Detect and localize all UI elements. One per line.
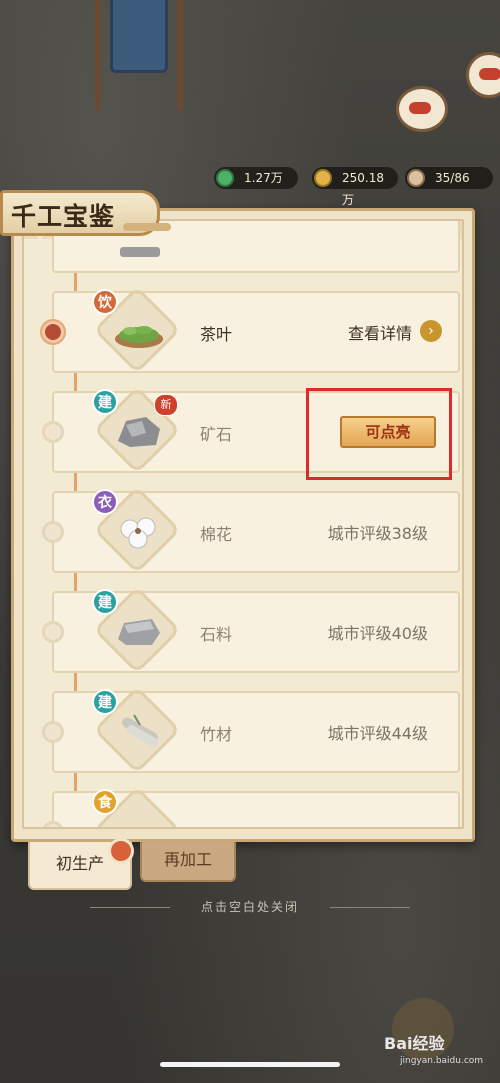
resource-gold: 250.18万 [312, 167, 398, 207]
bamboo-icon [122, 714, 159, 747]
category-badge: 建 [92, 589, 118, 615]
close-hint: 点击空白处关闭 [200, 900, 299, 914]
resource-workers: 35/86 [405, 167, 493, 189]
timeline-node [42, 521, 64, 543]
ore-icon [118, 417, 160, 447]
timeline-node [42, 821, 64, 827]
list-item[interactable]: 建 石料 城市评级40级 [42, 586, 460, 674]
tea-leaf-icon [115, 326, 163, 348]
chevron-right-icon[interactable]: › [420, 320, 442, 342]
resource-value: 1.27万 [244, 171, 283, 185]
category-badge: 衣 [92, 489, 118, 515]
worker-icon [407, 169, 425, 187]
jade-coin-icon [216, 169, 234, 187]
item-image [120, 247, 160, 257]
panel-title-tab: 千工宝鉴 [0, 190, 171, 236]
resource-jade: 1.27万 [214, 167, 298, 189]
unlock-requirement: 城市评级44级 [327, 724, 428, 743]
tab-indicator-icon [108, 838, 134, 864]
unlock-requirement: 城市评级40级 [327, 624, 428, 643]
unlock-requirement: 城市评级38级 [327, 524, 428, 543]
resource-value: 35/86 [435, 171, 470, 185]
new-badge: 新 [154, 394, 178, 416]
category-badge: 饮 [92, 289, 118, 315]
cotton-icon [120, 517, 156, 549]
timeline-node [42, 721, 64, 743]
list-item[interactable]: 食 [42, 786, 460, 827]
chat-bubble-icon[interactable] [396, 86, 448, 132]
catalog-panel: 饮 茶叶 查看详情 › 建 新 矿石 可点亮 衣 棉花 城市评级38级 建 石料… [11, 208, 475, 842]
timeline-node [42, 421, 64, 443]
stone-icon [118, 619, 160, 645]
list-item[interactable]: 饮 茶叶 查看详情 › [42, 286, 460, 374]
highlight-box [306, 388, 452, 480]
home-indicator[interactable] [160, 1062, 340, 1067]
catalog-scroll-area[interactable]: 饮 茶叶 查看详情 › 建 新 矿石 可点亮 衣 棉花 城市评级38级 建 石料… [22, 219, 464, 829]
tab-reprocessing[interactable]: 再加工 [140, 842, 236, 882]
timeline-node [42, 621, 64, 643]
item-name: 茶叶 [200, 325, 233, 344]
title-decoration [123, 223, 171, 231]
category-badge: 食 [92, 789, 118, 815]
category-badge: 建 [92, 389, 118, 415]
item-name: 棉花 [200, 525, 233, 544]
gold-coin-icon [314, 169, 332, 187]
view-details-link[interactable]: 查看详情 [348, 320, 412, 344]
list-item[interactable]: 衣 棉花 城市评级38级 [42, 486, 460, 574]
item-name: 竹材 [200, 725, 233, 744]
watermark-logo: Bai经验 [384, 1034, 445, 1053]
panel-title: 千工宝鉴 [11, 202, 116, 231]
banner-pole [177, 0, 183, 110]
banner-pole [95, 0, 101, 110]
category-badge: 建 [92, 689, 118, 715]
timeline-node [42, 321, 64, 343]
list-item[interactable]: 建 竹材 城市评级44级 [42, 686, 460, 774]
item-name: 石料 [200, 625, 233, 644]
watermark-url: jingyan.baidu.com [400, 1056, 484, 1066]
shop-banner [95, 0, 183, 110]
item-name: 矿石 [200, 425, 233, 444]
